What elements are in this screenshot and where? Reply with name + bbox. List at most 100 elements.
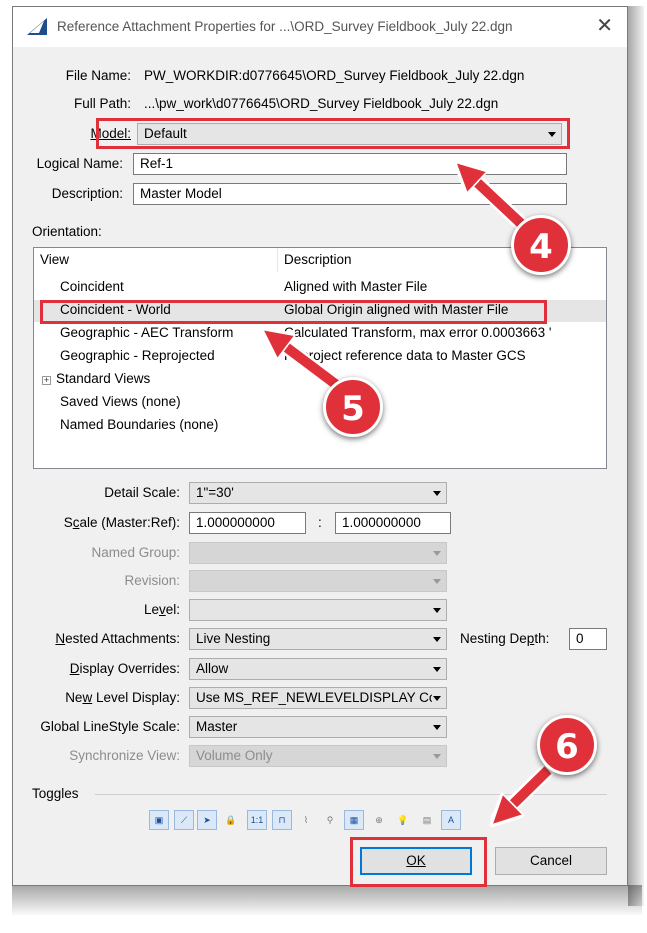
scale-linestyles-toggle-icon[interactable]: ⊓ xyxy=(272,810,292,830)
new-level-display-value: Use MS_REF_NEWLEVELDISPLAY Cor xyxy=(196,690,432,705)
global-linestyle-scale-label: Global LineStyle Scale: xyxy=(40,719,180,734)
ok-button[interactable]: OK xyxy=(360,847,472,875)
synchronize-view-value: Volume Only xyxy=(196,748,273,763)
new-level-display-dropdown[interactable]: Use MS_REF_NEWLEVELDISPLAY Cor xyxy=(189,687,447,709)
nesting-depth-label: Nesting Depth: xyxy=(460,631,550,646)
list-item-view: Coincident - World xyxy=(60,302,171,317)
chevron-down-icon xyxy=(433,551,441,556)
toggles-label: Toggles xyxy=(32,786,79,801)
locate-toggle-icon[interactable]: ➤ xyxy=(197,810,217,830)
chevron-down-icon xyxy=(433,637,441,642)
expand-icon[interactable]: + xyxy=(42,376,51,385)
logical-name-field[interactable]: Ref-1 xyxy=(133,153,567,175)
revision-label: Revision: xyxy=(124,573,180,588)
light-bulb-toggle-icon[interactable]: 💡 xyxy=(393,810,413,830)
list-item[interactable]: Geographic - Reprojected Reproject refer… xyxy=(34,346,606,368)
nested-toggle-icon[interactable]: ▤ xyxy=(417,810,437,830)
list-item[interactable]: Saved Views (none) xyxy=(34,392,606,414)
full-path-value: ...\pw_work\d0776645\ORD_Survey Fieldboo… xyxy=(144,96,499,111)
display-overrides-dropdown[interactable]: Allow xyxy=(189,658,447,680)
nested-attachments-value: Live Nesting xyxy=(196,631,271,646)
treat-as-element-toggle-icon[interactable]: ⚲ xyxy=(320,810,340,830)
step-5-badge: 5 xyxy=(323,377,383,437)
scale-ref-field[interactable]: 1.000000000 xyxy=(335,512,451,534)
close-icon[interactable]: ✕ xyxy=(596,16,613,36)
list-item[interactable]: Geographic - AEC Transform Calculated Tr… xyxy=(34,323,606,345)
description-field[interactable]: Master Model xyxy=(133,183,567,205)
chevron-down-icon xyxy=(433,579,441,584)
nested-attachments-label: Nested Attachments: xyxy=(55,631,180,646)
model-dropdown[interactable]: Default xyxy=(137,123,562,145)
chevron-down-icon xyxy=(433,754,441,759)
list-item-view: Standard Views xyxy=(56,371,151,386)
nesting-depth-field[interactable]: 0 xyxy=(569,628,607,650)
display-overrides-label: Display Overrides: xyxy=(69,661,180,676)
detail-scale-label: Detail Scale: xyxy=(104,485,180,500)
file-name-value: PW_WORKDIR:d0776645\ORD_Survey Fieldbook… xyxy=(144,68,525,83)
orientation-list[interactable]: View Description Coincident Aligned with… xyxy=(33,247,607,469)
chevron-down-icon xyxy=(548,132,556,137)
named-group-label: Named Group: xyxy=(91,545,180,560)
list-item-description: Aligned with Master File xyxy=(284,279,428,294)
list-item[interactable]: Named Boundaries (none) xyxy=(34,415,606,437)
list-item-view: Geographic - Reprojected xyxy=(60,348,215,363)
reference-attachment-dialog: Reference Attachment Properties for ...\… xyxy=(12,6,628,886)
use-lights-toggle-icon[interactable]: ⌇ xyxy=(296,810,316,830)
ok-button-label: OK xyxy=(406,853,426,868)
chevron-down-icon xyxy=(433,725,441,730)
list-item-description: Calculated Transform, max error 0.000366… xyxy=(284,325,552,340)
chevron-down-icon xyxy=(433,608,441,613)
new-level-display-label: New Level Display: xyxy=(65,690,180,705)
scale-label: Scale (Master:Ref): xyxy=(63,515,180,530)
column-header-view[interactable]: View xyxy=(34,248,278,272)
true-scale-toggle-icon[interactable]: 1:1 xyxy=(247,810,267,830)
orientation-label: Orientation: xyxy=(32,224,102,239)
window-shadow-right xyxy=(628,6,644,906)
display-raster-toggle-icon[interactable]: ▦ xyxy=(344,810,364,830)
global-linestyle-scale-value: Master xyxy=(196,719,238,734)
list-item-description: Reproject reference data to Master GCS xyxy=(284,348,526,363)
text-toggle-icon[interactable]: A xyxy=(441,810,461,830)
window-shadow-bottom xyxy=(12,885,642,915)
synchronize-view-label: Synchronize View: xyxy=(69,748,180,763)
model-label: Model: xyxy=(90,126,131,141)
model-value: Default xyxy=(144,126,187,141)
snap-toggle-icon[interactable]: ⟋ xyxy=(174,810,194,830)
microstation-icon xyxy=(27,18,47,35)
list-item-view: Named Boundaries (none) xyxy=(60,417,219,432)
title-bar: Reference Attachment Properties for ...\… xyxy=(13,7,627,47)
scale-master-field[interactable]: 1.000000000 xyxy=(189,512,306,534)
display-overrides-value: Allow xyxy=(196,661,229,676)
cancel-button[interactable]: Cancel xyxy=(495,847,607,875)
list-item-view: Geographic - AEC Transform xyxy=(60,325,234,340)
level-label: Level: xyxy=(143,602,180,617)
lock-toggle-icon[interactable]: 🔒 xyxy=(221,810,241,830)
synchronize-view-dropdown: Volume Only xyxy=(189,745,447,767)
chevron-down-icon xyxy=(433,667,441,672)
named-group-dropdown xyxy=(189,542,447,564)
logical-name-label: Logical Name: xyxy=(36,156,123,171)
detail-scale-dropdown[interactable]: 1"=30' xyxy=(189,482,447,504)
nested-attachments-dropdown[interactable]: Live Nesting xyxy=(189,628,447,650)
global-linestyle-scale-dropdown[interactable]: Master xyxy=(189,716,447,738)
clip-toggle-icon[interactable]: ⊕ xyxy=(369,810,389,830)
level-dropdown[interactable] xyxy=(189,599,447,621)
list-item-description: Global Origin aligned with Master File xyxy=(284,302,509,317)
list-item-selected[interactable]: Coincident - World Global Origin aligned… xyxy=(34,300,606,322)
step-6-badge: 6 xyxy=(537,715,597,775)
list-item-view: Coincident xyxy=(60,279,124,294)
detail-scale-value: 1"=30' xyxy=(196,485,234,500)
step-4-badge: 4 xyxy=(511,215,571,275)
display-toggle-icon[interactable]: ▣ xyxy=(149,810,169,830)
chevron-down-icon xyxy=(433,696,441,701)
list-item-view: Saved Views (none) xyxy=(60,394,181,409)
full-path-label: Full Path: xyxy=(73,96,131,111)
revision-dropdown xyxy=(189,570,447,592)
chevron-down-icon xyxy=(433,491,441,496)
toggles-separator xyxy=(95,794,607,795)
description-label: Description: xyxy=(51,186,123,201)
scale-separator: : xyxy=(318,515,322,530)
list-item[interactable]: Coincident Aligned with Master File xyxy=(34,277,606,299)
list-item[interactable]: + Standard Views xyxy=(34,369,606,391)
dialog-title: Reference Attachment Properties for ...\… xyxy=(57,19,513,34)
